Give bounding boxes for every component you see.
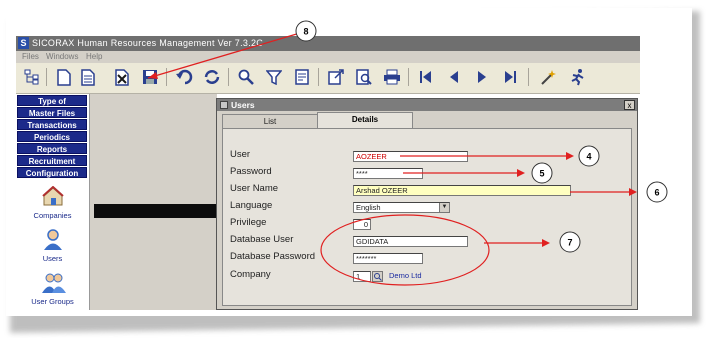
toolbar-separator (228, 68, 229, 86)
language-select[interactable]: English ▼ (353, 202, 450, 213)
chevron-down-icon[interactable]: ▼ (439, 203, 449, 212)
details-panel: User AOZEER Password **** User Name Arsh… (222, 128, 632, 306)
export-icon[interactable] (326, 67, 346, 87)
toolbar-separator (46, 68, 47, 86)
toolbar (16, 63, 640, 94)
users-window-title: Users (231, 100, 255, 110)
tab-list[interactable]: List (222, 114, 318, 128)
menu-files[interactable]: Files (22, 52, 39, 61)
undo-icon[interactable] (174, 67, 194, 87)
preview-icon[interactable] (354, 67, 374, 87)
refresh-icon[interactable] (202, 67, 222, 87)
nav-reports[interactable]: Reports (17, 143, 87, 154)
tab-details[interactable]: Details (317, 112, 413, 128)
user-groups-icon[interactable] (42, 272, 66, 294)
new-document-icon[interactable] (54, 67, 74, 87)
module-label-companies[interactable]: Companies (16, 211, 89, 220)
password-field[interactable]: **** (353, 168, 423, 179)
label-user: User (230, 149, 251, 160)
companies-icon[interactable] (42, 185, 64, 208)
tree-icon[interactable] (22, 67, 42, 87)
label-password: Password (230, 166, 272, 177)
first-record-icon[interactable] (416, 67, 436, 87)
user-field[interactable]: AOZEER (353, 151, 468, 162)
nav-type-of[interactable]: Type of (17, 95, 87, 106)
user-name-field[interactable]: Arshad OZEER (353, 185, 571, 196)
menu-help[interactable]: Help (86, 52, 102, 61)
nav-periodics[interactable]: Periodics (17, 131, 87, 142)
app-titlebar: S SICORAX Human Resources Management Ver… (16, 36, 640, 51)
print-icon[interactable] (382, 67, 402, 87)
label-company: Company (230, 269, 271, 280)
search-icon[interactable] (236, 67, 256, 87)
database-user-field[interactable]: GDIDATA (353, 236, 468, 247)
last-record-icon[interactable] (500, 67, 520, 87)
toolbar-separator (528, 68, 529, 86)
sort-icon[interactable] (292, 67, 312, 87)
save-icon[interactable] (140, 67, 160, 87)
menu-bar: Files Windows Help (16, 51, 640, 63)
workspace-dark-strip (94, 204, 217, 218)
label-database-user: Database User (230, 234, 294, 245)
filter-icon[interactable] (264, 67, 284, 87)
wizard-icon[interactable] (538, 67, 558, 87)
nav-master-files[interactable]: Master Files (17, 107, 87, 118)
close-icon[interactable]: x (624, 100, 635, 110)
nav-transactions[interactable]: Transactions (17, 119, 87, 130)
label-database-password: Database Password (230, 251, 316, 262)
open-document-icon[interactable] (78, 67, 98, 87)
nav-recruitment[interactable]: Recruitment (17, 155, 87, 166)
lookup-search-icon[interactable] (372, 271, 383, 282)
toolbar-separator (318, 68, 319, 86)
module-label-users[interactable]: Users (16, 254, 89, 263)
privilege-field[interactable]: 0 (353, 219, 371, 230)
app-logo-icon: S (18, 37, 29, 49)
label-privilege: Privilege (230, 217, 267, 228)
previous-record-icon[interactable] (444, 67, 464, 87)
menu-windows[interactable]: Windows (46, 52, 78, 61)
exit-icon[interactable] (568, 67, 588, 87)
toolbar-separator (166, 68, 167, 86)
company-name: Demo Ltd (389, 271, 422, 280)
workspace-background (90, 94, 217, 310)
user-icon[interactable] (42, 229, 64, 251)
delete-icon[interactable] (112, 67, 132, 87)
company-field[interactable]: 1 (353, 271, 371, 282)
users-window: Users x List Details User AOZEER Passwor… (216, 98, 638, 310)
module-label-user-groups[interactable]: User Groups (16, 297, 89, 307)
users-window-titlebar[interactable]: Users (217, 99, 637, 111)
label-user-name: User Name (230, 183, 279, 194)
app-title: SICORAX Human Resources Management Ver 7… (32, 38, 264, 48)
language-value: English (356, 203, 381, 212)
nav-configuration[interactable]: Configuration (17, 167, 87, 178)
sidebar: Type of Master Files Transactions Period… (16, 94, 90, 310)
label-language: Language (230, 200, 273, 211)
next-record-icon[interactable] (472, 67, 492, 87)
database-password-field[interactable]: ******* (353, 253, 423, 264)
toolbar-separator (408, 68, 409, 86)
window-icon (220, 101, 228, 109)
